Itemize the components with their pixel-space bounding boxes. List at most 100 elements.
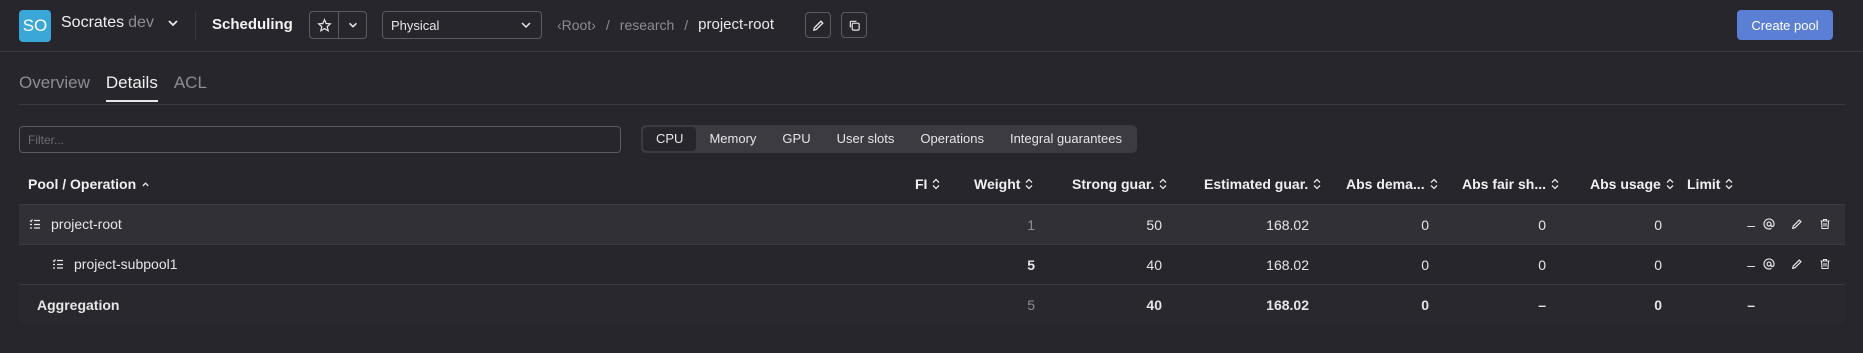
pools-table: Pool / Operation FI Weight Strong guar. … <box>19 164 1845 324</box>
sort-icon <box>1025 178 1033 190</box>
resource-switcher: CPU Memory GPU User slots Operations Int… <box>641 125 1137 153</box>
mention-icon[interactable] <box>1762 257 1776 271</box>
breadcrumb-root[interactable]: ‹Root› <box>557 17 596 33</box>
chevron-down-icon <box>168 20 178 27</box>
column-strong-guar[interactable]: Strong guar. <box>1072 176 1167 192</box>
column-label: FI <box>915 176 928 192</box>
strong-guar-cell: 40 <box>1146 257 1162 273</box>
column-label: Abs usage <box>1590 176 1661 192</box>
chevron-down-icon <box>348 22 357 28</box>
table-row[interactable]: project-subpool1 5 40 168.02 0 0 0 – <box>19 244 1845 284</box>
sort-asc-icon <box>142 181 149 186</box>
column-label: Pool / Operation <box>28 176 137 192</box>
strong-guar-cell: 50 <box>1146 217 1162 233</box>
mention-icon[interactable] <box>1762 217 1776 231</box>
row-actions <box>1762 217 1832 231</box>
abs-fair-share-cell: 0 <box>1538 217 1546 233</box>
tree-select-value: Physical <box>391 17 440 33</box>
estimated-guar-cell: 168.02 <box>1266 257 1309 273</box>
trash-icon[interactable] <box>1818 217 1832 231</box>
breadcrumb-current: project-root <box>698 16 775 33</box>
resource-option-user-slots[interactable]: User slots <box>824 127 908 151</box>
strong-guar-cell: 40 <box>1146 297 1162 313</box>
chevron-down-icon <box>521 22 531 29</box>
create-pool-button[interactable]: Create pool <box>1737 10 1833 40</box>
sort-icon <box>1430 178 1438 190</box>
copy-icon <box>849 20 860 31</box>
column-abs-demand[interactable]: Abs dema... <box>1346 176 1438 192</box>
column-limit[interactable]: Limit <box>1687 176 1733 192</box>
sort-icon <box>1725 178 1733 190</box>
tab-overview[interactable]: Overview <box>19 73 90 101</box>
resource-option-operations[interactable]: Operations <box>907 127 997 151</box>
aggregation-label: Aggregation <box>37 297 120 313</box>
cluster-name: Socrates <box>61 14 125 31</box>
resource-option-memory[interactable]: Memory <box>696 127 769 151</box>
sort-icon <box>1551 178 1559 190</box>
row-actions <box>1762 257 1832 271</box>
column-label: Strong guar. <box>1072 176 1155 192</box>
tab-details[interactable]: Details <box>105 73 158 102</box>
column-estimated-guar[interactable]: Estimated guar. <box>1204 176 1321 192</box>
column-weight[interactable]: Weight <box>974 176 1033 192</box>
table-header: Pool / Operation FI Weight Strong guar. … <box>19 164 1845 204</box>
column-label: Estimated guar. <box>1204 176 1309 192</box>
sort-icon <box>1666 178 1674 190</box>
column-label: Weight <box>974 176 1021 192</box>
resource-option-integral-guarantees[interactable]: Integral guarantees <box>997 127 1135 151</box>
sort-icon <box>932 178 940 190</box>
column-pool-operation[interactable]: Pool / Operation <box>28 176 150 192</box>
trash-icon[interactable] <box>1818 257 1832 271</box>
abs-demand-cell: 0 <box>1421 217 1429 233</box>
pencil-icon[interactable] <box>1790 217 1804 231</box>
aggregation-row: Aggregation 5 40 168.02 0 – 0 – <box>19 284 1845 324</box>
copy-path-button[interactable] <box>841 12 867 38</box>
table-row[interactable]: project-root 1 50 168.02 0 0 0 – <box>19 204 1845 244</box>
pool-name-cell: project-root <box>29 216 122 232</box>
weight-cell: 5 <box>1027 257 1035 273</box>
resource-option-cpu[interactable]: CPU <box>643 127 697 151</box>
cluster-logo[interactable]: SO <box>19 10 51 42</box>
breadcrumb-separator: / <box>684 16 689 33</box>
estimated-guar-cell: 168.02 <box>1266 217 1309 233</box>
pool-name-link[interactable]: project-root <box>51 216 122 232</box>
pool-name-cell: project-subpool1 <box>52 256 178 272</box>
breadcrumb-separator: / <box>605 16 610 33</box>
abs-fair-share-cell: – <box>1538 297 1546 313</box>
abs-usage-cell: 0 <box>1654 217 1662 233</box>
favourite-button[interactable] <box>309 11 339 39</box>
breadcrumb-research[interactable]: research <box>620 17 674 33</box>
tab-acl[interactable]: ACL <box>174 73 207 101</box>
abs-usage-cell: 0 <box>1654 297 1662 313</box>
cluster-env: dev <box>128 14 154 31</box>
abs-fair-share-cell: 0 <box>1538 257 1546 273</box>
abs-demand-cell: 0 <box>1421 257 1429 273</box>
pencil-icon[interactable] <box>1790 257 1804 271</box>
edit-path-button[interactable] <box>805 12 831 38</box>
favourites-group <box>309 11 367 39</box>
top-bar: SO Socrates dev Scheduling Physical ‹Roo… <box>0 0 1863 52</box>
star-icon <box>316 17 332 32</box>
column-fi[interactable]: FI <box>915 176 940 192</box>
column-abs-fair-share[interactable]: Abs fair sh... <box>1462 176 1559 192</box>
limit-cell: – <box>1747 217 1755 233</box>
column-label: Abs fair sh... <box>1462 176 1547 192</box>
column-label: Limit <box>1687 176 1721 192</box>
filter-input[interactable] <box>19 126 621 153</box>
tree-select[interactable]: Physical <box>382 11 542 39</box>
abs-usage-cell: 0 <box>1654 257 1662 273</box>
page-title: Scheduling <box>212 16 293 33</box>
resource-option-gpu[interactable]: GPU <box>769 127 823 151</box>
breadcrumb: ‹Root› / research / project-root <box>557 16 774 33</box>
weight-cell: 1 <box>1027 217 1035 233</box>
favourites-dropdown-button[interactable] <box>339 11 367 39</box>
abs-demand-cell: 0 <box>1421 297 1429 313</box>
pencil-icon <box>812 19 824 31</box>
tab-bar: Overview Details ACL <box>19 73 223 102</box>
pool-name-link[interactable]: project-subpool1 <box>74 256 178 272</box>
cluster-selector[interactable]: Socrates dev <box>61 14 180 32</box>
tabs-divider <box>19 104 1845 105</box>
pool-icon <box>29 219 40 229</box>
estimated-guar-cell: 168.02 <box>1266 297 1309 313</box>
column-abs-usage[interactable]: Abs usage <box>1590 176 1674 192</box>
